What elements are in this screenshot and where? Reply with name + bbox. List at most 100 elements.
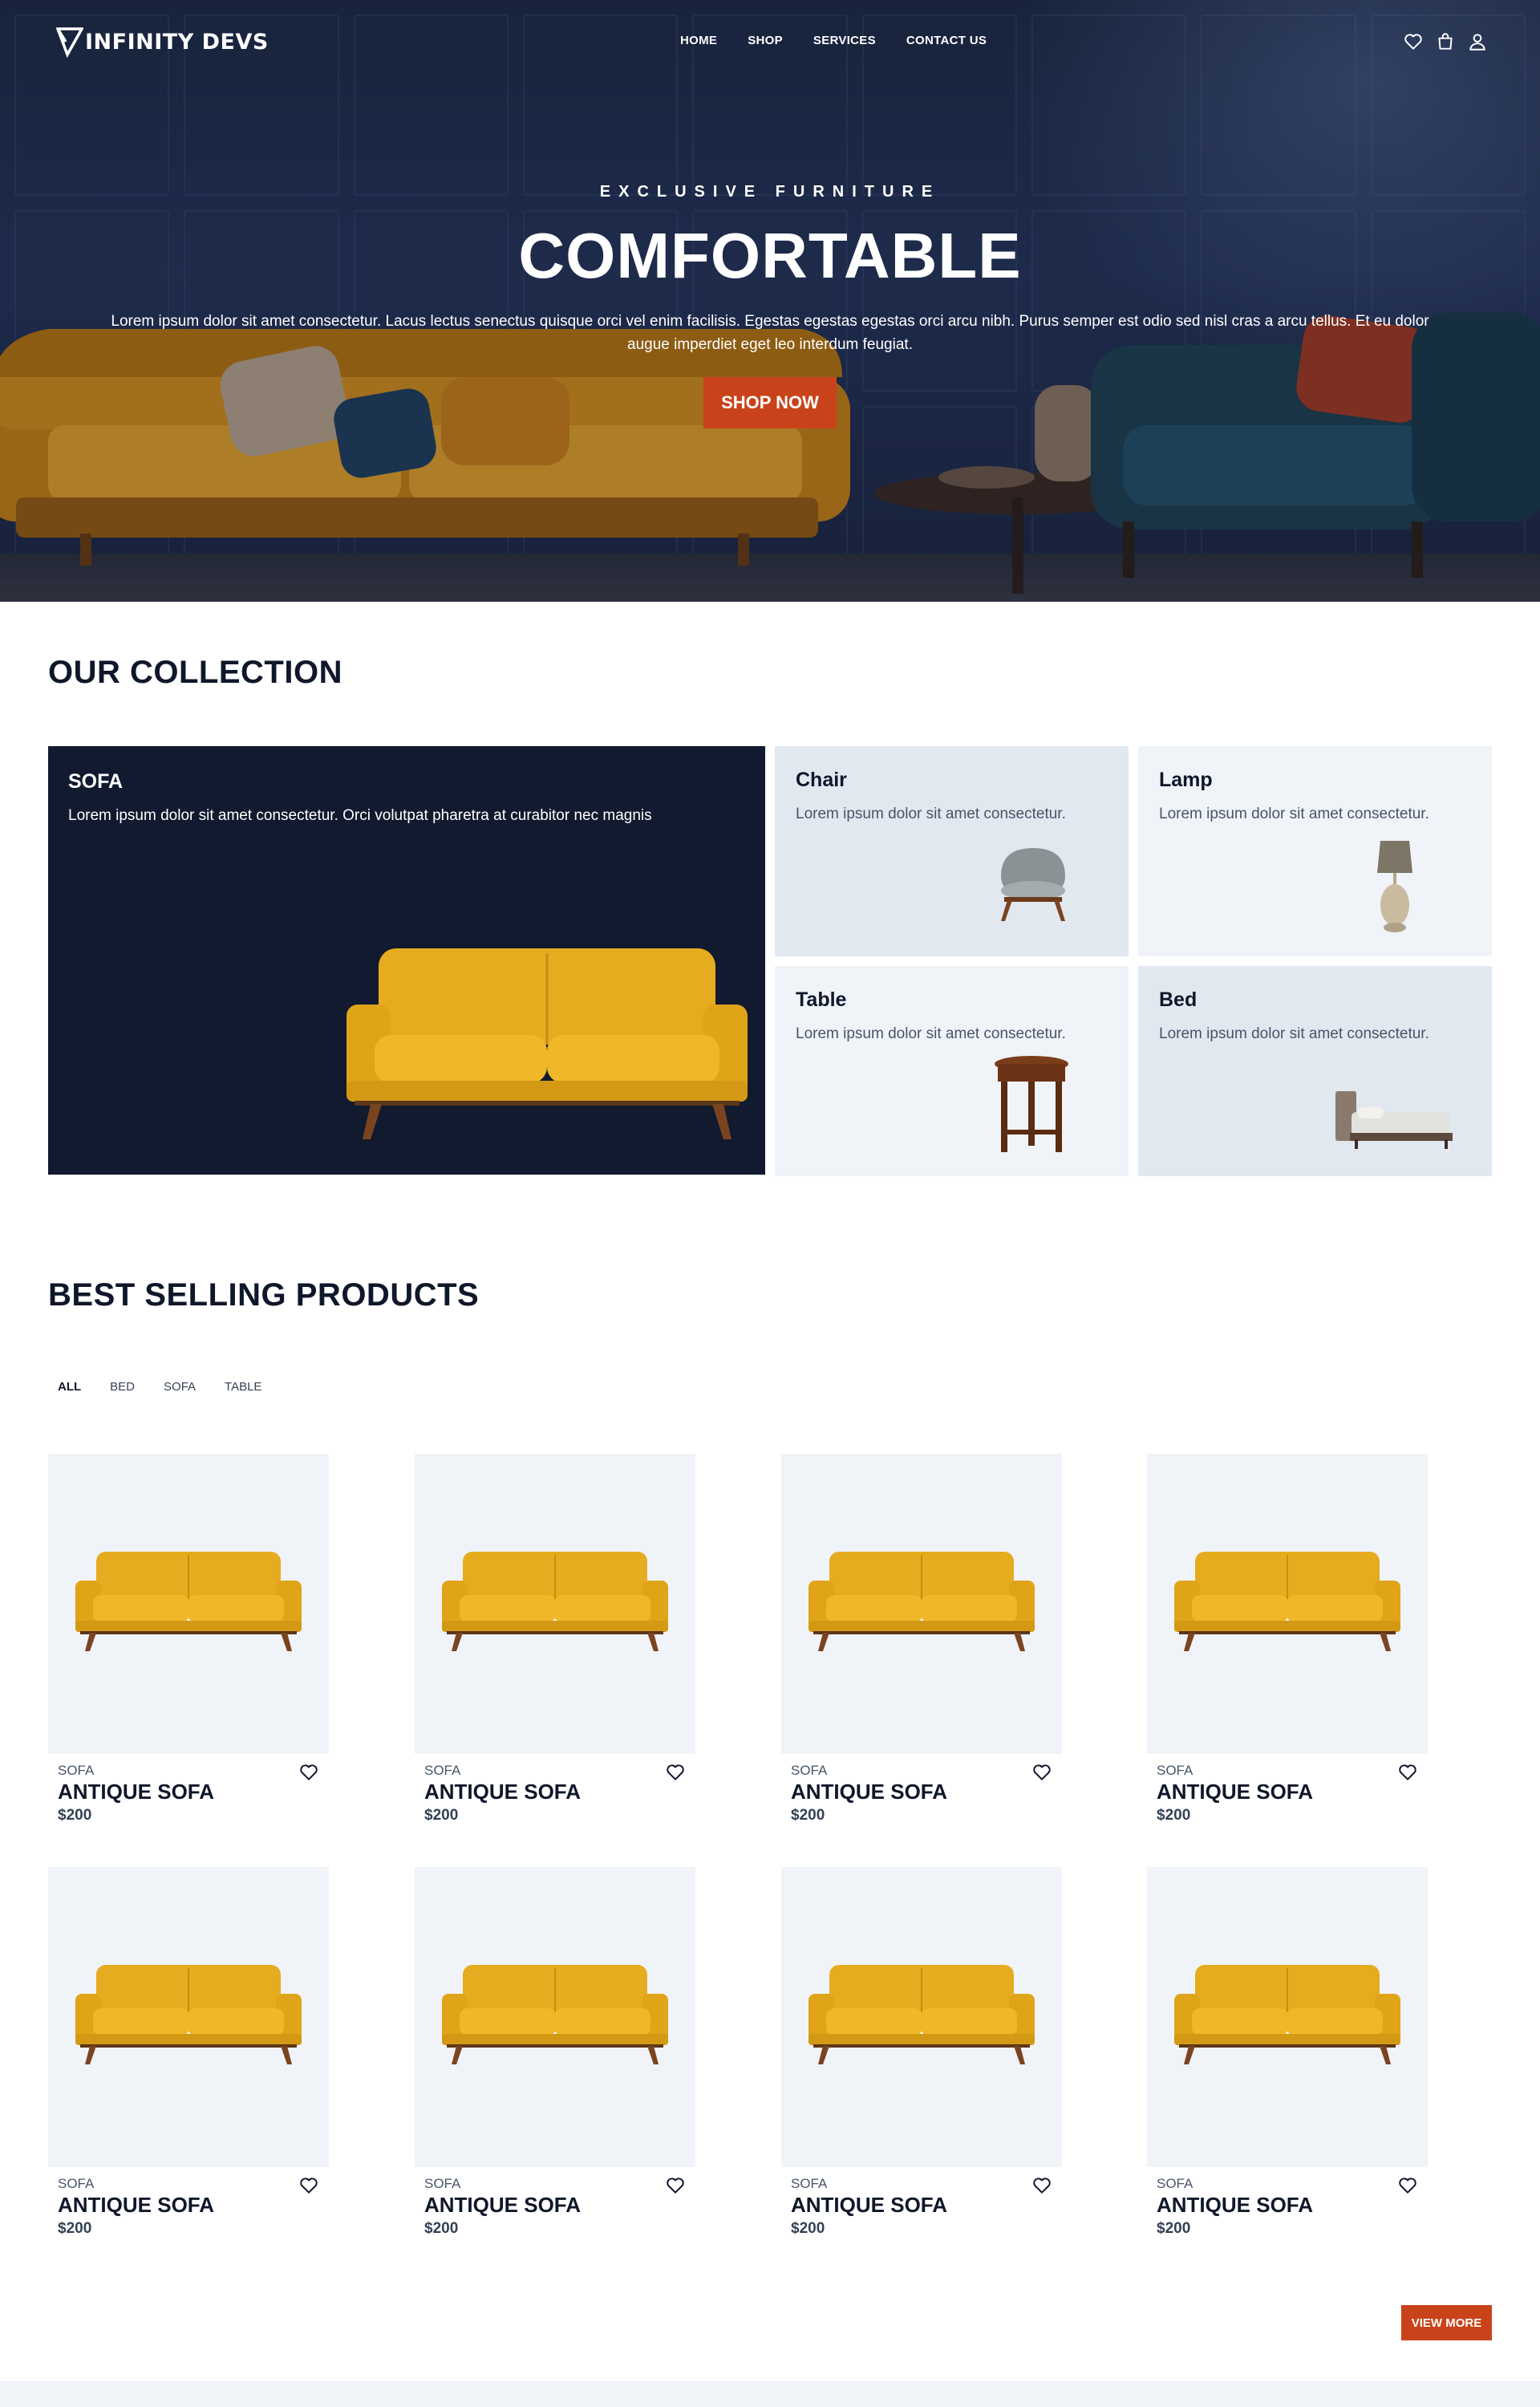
product-name[interactable]: ANTIQUE SOFA (58, 1780, 214, 1804)
product-image (442, 1552, 668, 1651)
product-name[interactable]: ANTIQUE SOFA (791, 1780, 947, 1804)
product-image-frame[interactable] (781, 1867, 1062, 2167)
main-menu: HOME SHOP SERVICES CONTACT US (680, 34, 987, 47)
product-card[interactable]: SOFA ANTIQUE SOFA $200 (781, 1867, 1062, 2237)
top-navbar: INFINITY DEVS HOME SHOP SERVICES CONTACT… (0, 0, 1540, 83)
product-image-frame[interactable] (415, 1454, 695, 1754)
nav-link-contact-us[interactable]: CONTACT US (906, 34, 987, 47)
product-card[interactable]: SOFA ANTIQUE SOFA $200 (781, 1454, 1062, 1824)
product-image (808, 1965, 1035, 2064)
product-image (808, 1552, 1035, 1651)
wishlist-heart-icon[interactable] (665, 1762, 686, 1783)
nav-link-home[interactable]: HOME (680, 34, 717, 47)
product-card[interactable]: SOFA ANTIQUE SOFA $200 (415, 1454, 695, 1824)
wishlist-heart-icon[interactable] (1397, 2175, 1418, 2196)
product-image-frame[interactable] (48, 1454, 329, 1754)
wishlist-heart-icon[interactable] (1031, 1762, 1052, 1783)
wishlist-heart-icon[interactable] (298, 2175, 319, 2196)
product-price: $200 (791, 1807, 825, 1824)
product-image (75, 1965, 302, 2064)
product-card[interactable]: SOFA ANTIQUE SOFA $200 (1147, 1454, 1428, 1824)
product-price: $200 (424, 1807, 459, 1824)
product-price: $200 (58, 1807, 92, 1824)
wishlist-heart-icon[interactable] (665, 2175, 686, 2196)
product-name[interactable]: ANTIQUE SOFA (791, 2193, 947, 2218)
cart-icon[interactable] (1435, 31, 1456, 52)
filter-tab-all[interactable]: ALL (58, 1380, 81, 1394)
product-category: SOFA (791, 1763, 828, 1778)
product-category: SOFA (1157, 1763, 1194, 1778)
product-name[interactable]: ANTIQUE SOFA (1157, 1780, 1313, 1804)
collection-card-lamp[interactable]: Lamp Lorem ipsum dolor sit amet consecte… (1138, 746, 1492, 956)
product-price: $200 (1157, 1807, 1191, 1824)
product-name[interactable]: ANTIQUE SOFA (424, 1780, 581, 1804)
collection-card-description: Lorem ipsum dolor sit amet consectetur. (796, 1025, 1066, 1042)
logo-text: INFINITY DEVS (85, 29, 269, 55)
footer-strip (0, 2381, 1540, 2407)
wishlist-heart-icon[interactable] (298, 1762, 319, 1783)
wishlist-heart-icon[interactable] (1031, 2175, 1052, 2196)
product-filter-tabs: ALL BED SOFA TABLE (58, 1380, 261, 1394)
product-price: $200 (424, 2220, 459, 2237)
collection-card-description: Lorem ipsum dolor sit amet consectetur. (1159, 806, 1429, 822)
product-price: $200 (1157, 2220, 1191, 2237)
product-image-frame[interactable] (1147, 1867, 1428, 2167)
hero-title: COMFORTABLE (518, 220, 1022, 291)
collection-card-title: SOFA (68, 770, 124, 793)
product-card[interactable]: SOFA ANTIQUE SOFA $200 (415, 1867, 695, 2237)
nav-link-services[interactable]: SERVICES (813, 34, 876, 47)
filter-tab-table[interactable]: TABLE (225, 1380, 261, 1394)
product-category: SOFA (58, 1763, 95, 1778)
collection-card-description: Lorem ipsum dolor sit amet consectetur. … (68, 807, 652, 824)
nav-link-shop[interactable]: SHOP (748, 34, 783, 47)
collection-card-title: Bed (1159, 988, 1198, 1011)
product-name[interactable]: ANTIQUE SOFA (58, 2193, 214, 2218)
collection-card-bed[interactable]: Bed Lorem ipsum dolor sit amet consectet… (1138, 966, 1492, 1176)
collection-card-description: Lorem ipsum dolor sit amet consectetur. (1159, 1025, 1429, 1042)
collection-card-title: Chair (796, 769, 847, 791)
product-image-frame[interactable] (1147, 1454, 1428, 1754)
product-image-frame[interactable] (781, 1454, 1062, 1754)
product-category: SOFA (1157, 2176, 1194, 2191)
product-image (1174, 1965, 1400, 2064)
product-image-frame[interactable] (48, 1867, 329, 2167)
shop-now-button[interactable]: SHOP NOW (703, 377, 837, 428)
product-image (442, 1965, 668, 2064)
collection-heading: OUR COLLECTION (48, 655, 342, 690)
product-category: SOFA (791, 2176, 828, 2191)
hero-description: Lorem ipsum dolor sit amet consectetur. … (111, 313, 1429, 353)
product-card[interactable]: SOFA ANTIQUE SOFA $200 (48, 1454, 329, 1824)
filter-tab-bed[interactable]: BED (110, 1380, 135, 1394)
collection-card-sofa[interactable]: SOFA Lorem ipsum dolor sit amet consecte… (48, 746, 765, 1175)
collection-card-table[interactable]: Table Lorem ipsum dolor sit amet consect… (775, 966, 1129, 1176)
product-price: $200 (58, 2220, 92, 2237)
product-card[interactable]: SOFA ANTIQUE SOFA $200 (48, 1867, 329, 2237)
view-more-button[interactable]: VIEW MORE (1401, 2305, 1492, 2340)
product-category: SOFA (424, 2176, 461, 2191)
nav-icon-group (1403, 31, 1488, 52)
product-image-frame[interactable] (415, 1867, 695, 2167)
collection-card-description: Lorem ipsum dolor sit amet consectetur. (796, 806, 1066, 822)
product-name[interactable]: ANTIQUE SOFA (1157, 2193, 1313, 2218)
product-image (75, 1552, 302, 1651)
user-icon[interactable] (1467, 31, 1488, 52)
product-card[interactable]: SOFA ANTIQUE SOFA $200 (1147, 1867, 1428, 2237)
heart-icon[interactable] (1403, 31, 1424, 52)
product-category: SOFA (424, 1763, 461, 1778)
collection-card-chair[interactable]: Chair Lorem ipsum dolor sit amet consect… (775, 746, 1129, 956)
product-name[interactable]: ANTIQUE SOFA (424, 2193, 581, 2218)
hero-eyebrow: EXCLUSIVE FURNITURE (599, 183, 941, 201)
product-image (1174, 1552, 1400, 1651)
table-image (995, 1056, 1068, 1152)
bed-image (1335, 1091, 1453, 1149)
chair-image (1001, 848, 1065, 921)
wishlist-heart-icon[interactable] (1397, 1762, 1418, 1783)
logo-mark-icon (56, 27, 83, 59)
collection-card-title: Table (796, 988, 847, 1011)
collection-card-title: Lamp (1159, 769, 1213, 791)
filter-tab-sofa[interactable]: SOFA (164, 1380, 196, 1394)
best-selling-heading: BEST SELLING PRODUCTS (48, 1277, 480, 1313)
sofa-image (346, 948, 748, 1139)
brand-logo[interactable]: INFINITY DEVS (56, 24, 269, 59)
lamp-image (1377, 841, 1412, 932)
